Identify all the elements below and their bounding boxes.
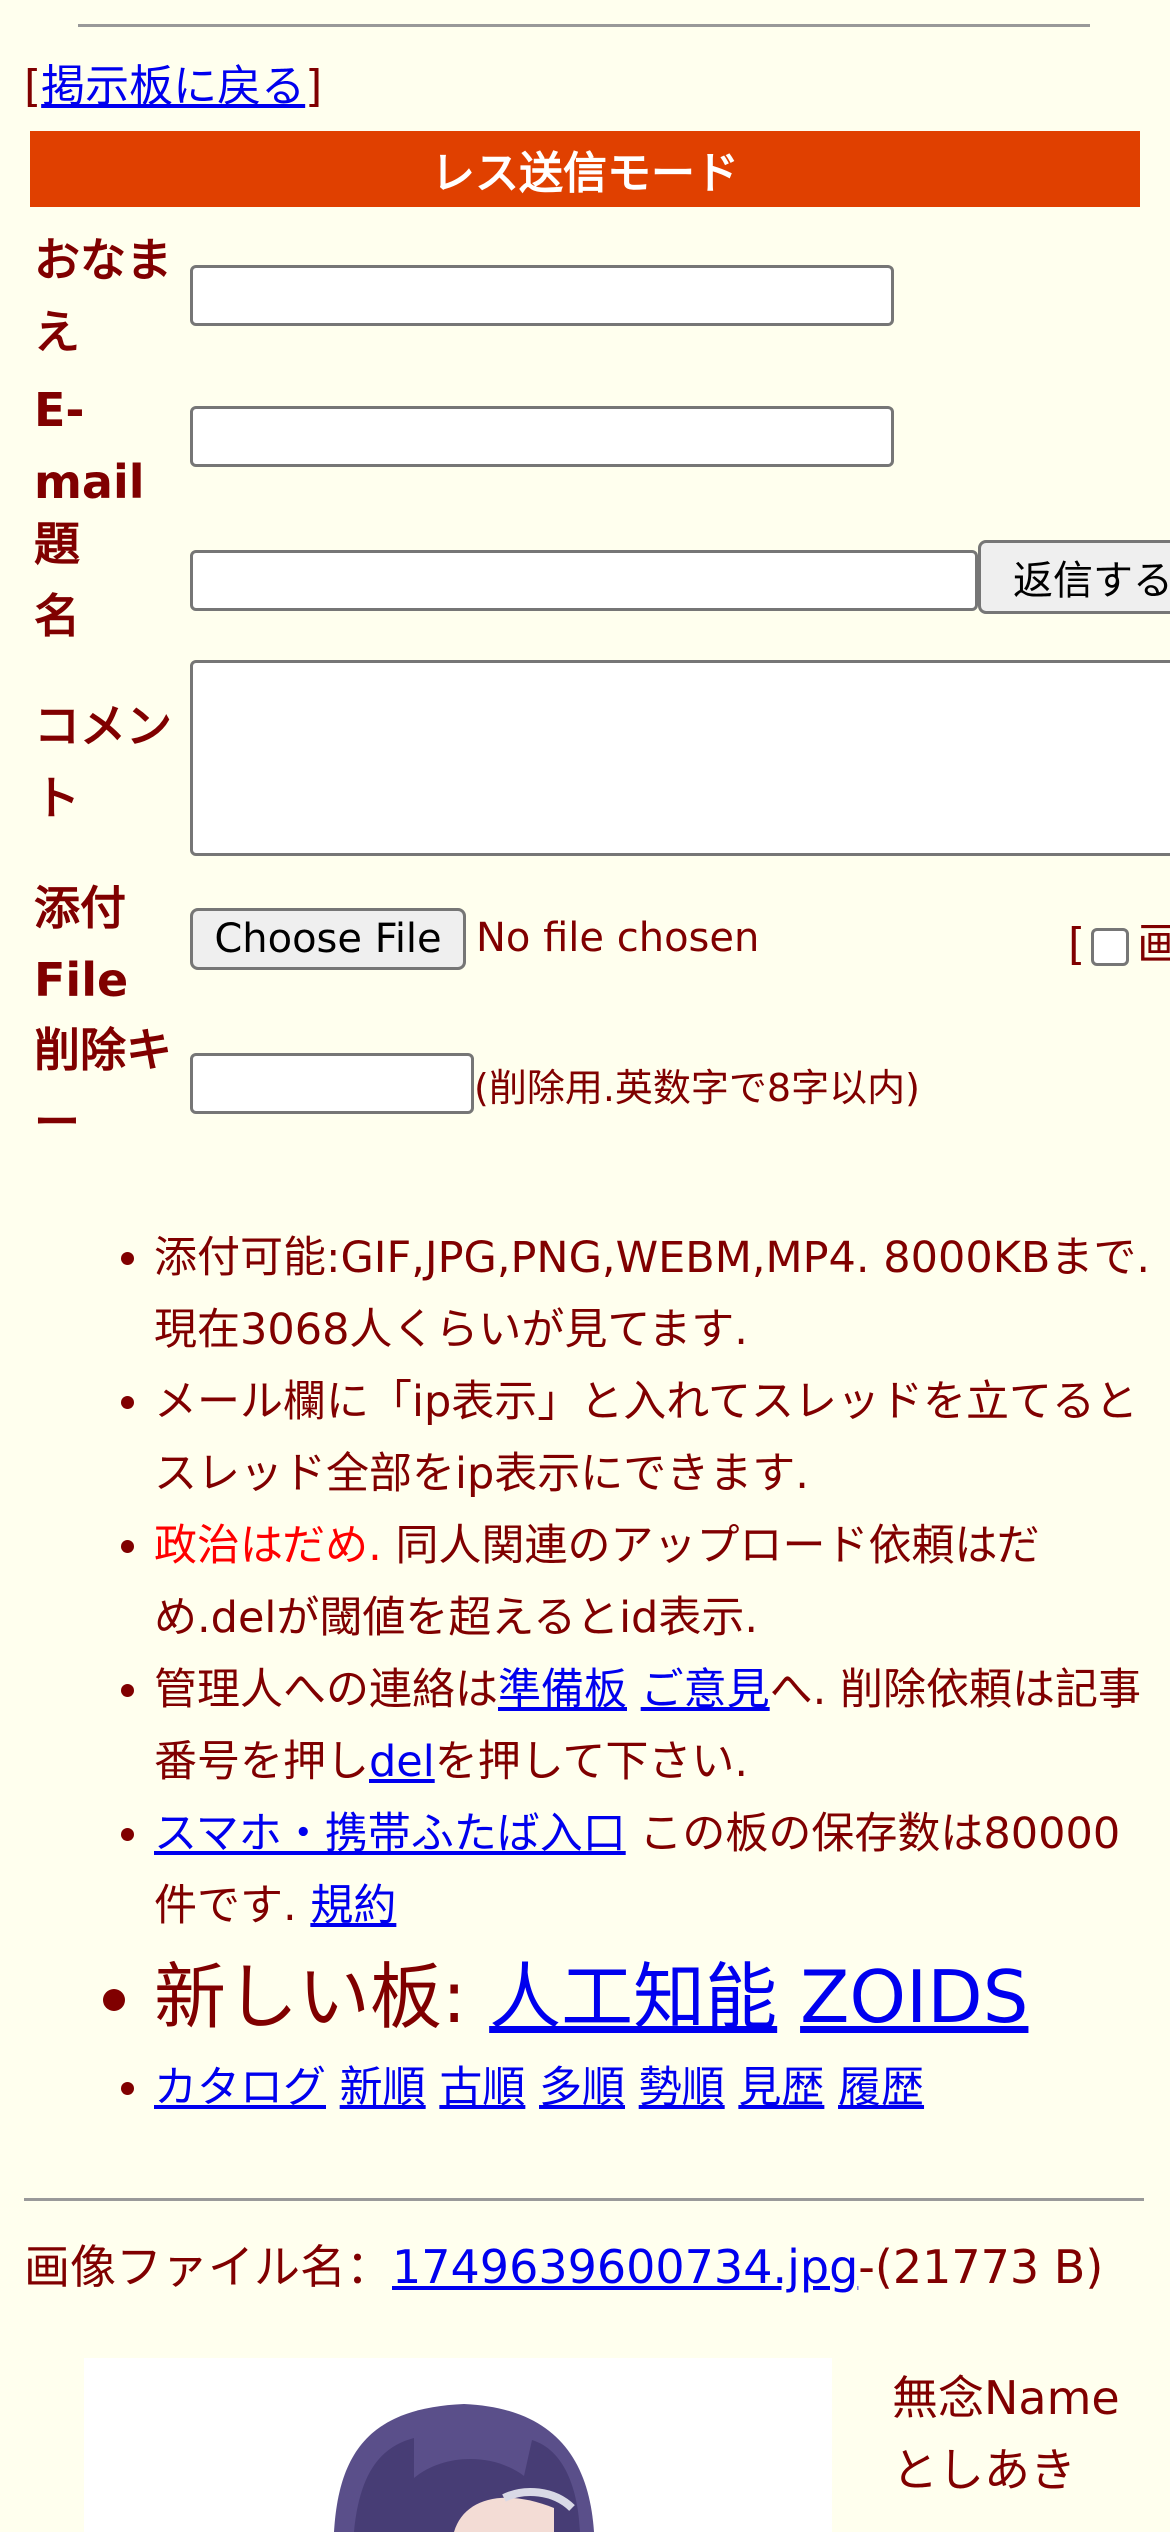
image-file-link[interactable]: 1749639600734.jpg [392,2240,858,2294]
prep-board-link[interactable]: 準備板 [498,1665,627,1715]
image-checkbox[interactable] [1091,928,1130,966]
top-divider [78,24,1090,27]
post-subject: 無念 [892,2371,984,2425]
email-label: E-mail [34,383,145,509]
rules-list: 添付可能:GIF,JPG,PNG,WEBM,MP4. 8000KBまで. 現在3… [86,1222,1156,2124]
post-thumbnail[interactable] [84,2358,832,2532]
mobile-entry-link[interactable]: スマホ・携帯ふたば入口 [154,1809,626,1859]
comment-label: コメント [34,699,172,825]
list-item: 新しい板: 人工知能 ZOIDS [154,1942,1156,2052]
choose-file-button[interactable]: Choose File [190,908,466,970]
post-name: としあき [892,2443,1076,2497]
sort-many-link[interactable]: 多順 [539,2063,625,2113]
list-item: カタログ 新順 古順 多順 勢順 見歴 履歴 [154,2052,1156,2124]
file-label: 添付File [34,881,129,1007]
list-item: スマホ・携帯ふたば入口 この板の保存数は80000件です. 規約 [154,1798,1156,1942]
subject-label: 題名 [34,517,80,643]
return-nav: [掲示板に戻る] [24,61,323,112]
post-name-label: Name [984,2371,1120,2425]
list-item: 政治はだめ. 同人関連のアップロード依頼はだめ.delが閾値を超えるとid表示. [154,1510,1156,1654]
history-link[interactable]: 履歴 [838,2063,924,2113]
view-history-link[interactable]: 見歴 [738,2063,824,2113]
delete-key-label: 削除キー [34,1023,172,1149]
list-item: メール欄に「ip表示」と入れてスレッドを立てるとスレッド全部をip表示にできます… [154,1366,1156,1510]
delete-key-note: (削除用.英数字で8字以内) [474,1066,920,1110]
email-input[interactable] [190,406,894,467]
name-input[interactable] [190,265,894,326]
sort-old-link[interactable]: 古順 [439,2063,525,2113]
no-file-text: No file chosen [476,915,760,961]
list-item: 添付可能:GIF,JPG,PNG,WEBM,MP4. 8000KBまで. 現在3… [154,1222,1156,1366]
list-item: 管理人への連絡は準備板 ご意見へ. 削除依頼は記事番号を押しdelを押して下さい… [154,1654,1156,1798]
delete-key-input[interactable] [190,1053,474,1114]
image-option: [画 [1068,919,1170,970]
ai-board-link[interactable]: 人工知能 [489,1955,777,2039]
terms-link[interactable]: 規約 [310,1881,396,1931]
sort-new-link[interactable]: 新順 [340,2063,426,2113]
catalog-link[interactable]: カタログ [154,2063,326,2113]
subject-input[interactable] [190,550,978,611]
del-link[interactable]: del [369,1737,435,1787]
section-divider [24,2198,1144,2201]
image-file-info: 画像ファイル名：1749639600734.jpg-(21773 B) [24,2240,1104,2294]
feedback-link[interactable]: ご意見 [641,1665,770,1715]
zoids-board-link[interactable]: ZOIDS [800,1955,1028,2039]
character-illustration [334,2404,594,2532]
comment-textarea[interactable] [190,660,1170,856]
reply-mode-header: レス送信モード [30,131,1140,207]
post-meta: 無念Name としあき [892,2362,1120,2506]
name-label: おなまえ [34,233,172,359]
sort-momentum-link[interactable]: 勢順 [639,2063,725,2113]
submit-reply-button[interactable]: 返信する [978,540,1170,614]
return-to-board-link[interactable]: 掲示板に戻る [41,61,305,112]
politics-warning: 政治はだめ. [154,1521,382,1571]
